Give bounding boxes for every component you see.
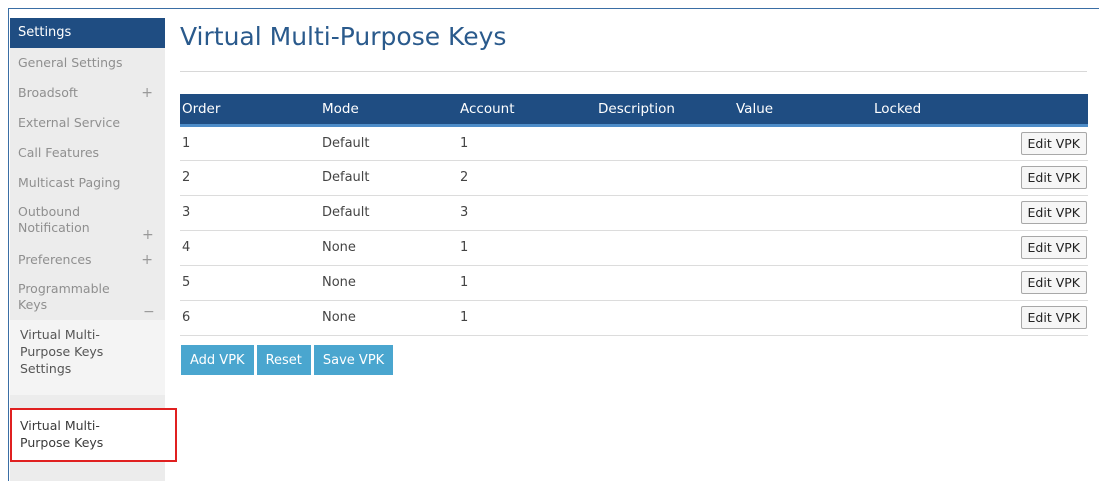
cell-account: 2	[458, 160, 596, 196]
cell-action: Edit VPK	[1010, 265, 1088, 301]
cell-order: 4	[180, 230, 320, 266]
action-button-row: Add VPK Reset Save VPK	[181, 345, 394, 375]
cell-mode: Default	[320, 195, 458, 231]
column-header-mode: Mode	[320, 94, 458, 127]
cell-order: 3	[180, 195, 320, 231]
cell-mode: None	[320, 265, 458, 301]
cell-locked	[872, 300, 1010, 336]
cell-mode: Default	[320, 160, 458, 196]
cell-locked	[872, 125, 1010, 161]
page-title: Virtual Multi-Purpose Keys	[180, 22, 507, 51]
cell-description	[596, 230, 734, 266]
edit-vpk-button[interactable]: Edit VPK	[1020, 306, 1087, 329]
sidebar-item-general-settings[interactable]: General Settings	[10, 48, 165, 78]
title-divider	[180, 71, 1087, 72]
cell-action: Edit VPK	[1010, 230, 1088, 266]
cell-locked	[872, 265, 1010, 301]
sidebar-header[interactable]: Settings	[10, 18, 165, 48]
cell-action: Edit VPK	[1010, 125, 1088, 161]
cell-action: Edit VPK	[1010, 300, 1088, 336]
table-row: 4 None 1 Edit VPK	[180, 230, 1088, 266]
column-header-locked: Locked	[872, 94, 1010, 127]
cell-description	[596, 265, 734, 301]
cell-mode: None	[320, 300, 458, 336]
cell-locked	[872, 195, 1010, 231]
cell-description	[596, 125, 734, 161]
sidebar-item-call-features[interactable]: Call Features	[10, 138, 165, 168]
cell-account: 1	[458, 300, 596, 336]
cell-value	[734, 230, 872, 266]
sidebar-item-label: External Service	[18, 115, 121, 130]
edit-vpk-button[interactable]: Edit VPK	[1020, 236, 1087, 259]
table-row: 1 Default 1 Edit VPK	[180, 125, 1088, 161]
save-vpk-button[interactable]: Save VPK	[313, 345, 394, 375]
sidebar-item-multicast-paging[interactable]: Multicast Paging	[10, 168, 165, 198]
sidebar-item-broadsoft[interactable]: Broadsoft +	[10, 78, 165, 108]
sidebar-item-label: Call Features	[18, 145, 100, 160]
cell-value	[734, 160, 872, 196]
edit-vpk-button[interactable]: Edit VPK	[1020, 131, 1087, 155]
table-row: 3 Default 3 Edit VPK	[180, 195, 1088, 231]
cell-account: 3	[458, 195, 596, 231]
sidebar-item-label: Multicast Paging	[18, 175, 121, 190]
sidebar-item-external-service[interactable]: External Service	[10, 108, 165, 138]
cell-mode: Default	[320, 125, 458, 161]
sidebar-item-label: Preferences	[18, 252, 92, 267]
cell-value	[734, 265, 872, 301]
cell-order: 6	[180, 300, 320, 336]
cell-value	[734, 300, 872, 336]
sidebar-item-label: Broadsoft	[18, 85, 78, 100]
sidebar-item-label: Virtual Multi-Purpose Keys	[20, 418, 104, 450]
cell-description	[596, 300, 734, 336]
sidebar-subitem-label: Virtual Multi-Purpose Keys Settings	[20, 327, 104, 376]
cell-description	[596, 160, 734, 196]
edit-vpk-button[interactable]: Edit VPK	[1020, 166, 1087, 189]
expand-icon[interactable]: +	[141, 245, 153, 275]
expand-icon[interactable]: +	[141, 78, 153, 108]
table-row: 5 None 1 Edit VPK	[180, 265, 1088, 301]
column-header-description: Description	[596, 94, 734, 127]
sidebar-subitem-vpk-settings[interactable]: Virtual Multi-Purpose Keys Settings	[10, 320, 165, 395]
cell-account: 1	[458, 125, 596, 161]
table-header-row: Order Mode Account Description Value Loc…	[180, 94, 1088, 127]
reset-button[interactable]: Reset	[256, 345, 311, 375]
cell-value	[734, 125, 872, 161]
sidebar-item-label: Outbound Notification	[18, 204, 90, 235]
cell-account: 1	[458, 230, 596, 266]
cell-action: Edit VPK	[1010, 195, 1088, 231]
cell-description	[596, 195, 734, 231]
add-vpk-button[interactable]: Add VPK	[181, 345, 254, 375]
cell-mode: None	[320, 230, 458, 266]
cell-action: Edit VPK	[1010, 160, 1088, 196]
table-row: 6 None 1 Edit VPK	[180, 300, 1088, 336]
column-header-action	[1010, 94, 1088, 127]
sidebar-item-label: General Settings	[18, 55, 123, 70]
cell-order: 2	[180, 160, 320, 196]
sidebar-item-label: Programmable Keys	[18, 281, 110, 312]
sidebar-item-virtual-multi-purpose-keys[interactable]: Virtual Multi-Purpose Keys	[10, 408, 177, 462]
table-row: 2 Default 2 Edit VPK	[180, 160, 1088, 196]
cell-order: 1	[180, 125, 320, 161]
sidebar-item-programmable-keys[interactable]: Programmable Keys	[10, 275, 120, 320]
cell-account: 1	[458, 265, 596, 301]
cell-value	[734, 195, 872, 231]
column-header-value: Value	[734, 94, 872, 127]
cell-locked	[872, 160, 1010, 196]
cell-order: 5	[180, 265, 320, 301]
vpk-table: Order Mode Account Description Value Loc…	[180, 94, 1088, 336]
column-header-account: Account	[458, 94, 596, 127]
sidebar-item-preferences[interactable]: Preferences +	[10, 245, 165, 275]
edit-vpk-button[interactable]: Edit VPK	[1020, 271, 1087, 294]
sidebar-item-outbound-notification[interactable]: Outbound Notification	[10, 198, 120, 245]
cell-locked	[872, 230, 1010, 266]
column-header-order: Order	[180, 94, 320, 127]
edit-vpk-button[interactable]: Edit VPK	[1020, 201, 1087, 224]
collapse-icon[interactable]: −	[143, 304, 155, 320]
expand-icon[interactable]: +	[142, 227, 154, 243]
